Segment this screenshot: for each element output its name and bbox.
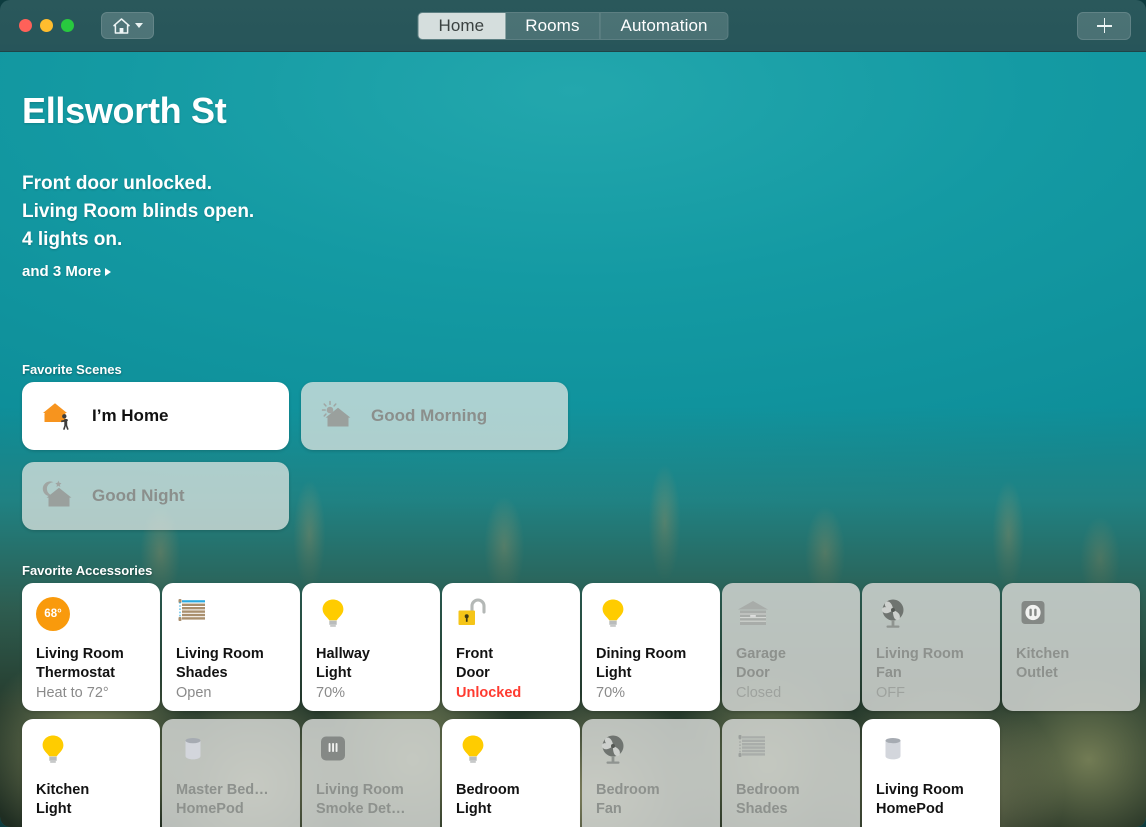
accessory-status: Closed <box>736 684 852 703</box>
favorite-scenes-label: Favorite Scenes <box>22 362 122 377</box>
accessory-garage-door[interactable]: Garage Door Closed <box>722 583 860 711</box>
add-button[interactable] <box>1077 12 1131 40</box>
accessory-status: OFF <box>876 684 992 703</box>
accessory-name: Hallway Light <box>316 645 432 683</box>
chevron-right-icon <box>105 268 111 276</box>
accessory-living-room-thermostat[interactable]: 68° Living Room Thermostat Heat to 72° <box>22 583 160 711</box>
tab-home[interactable]: Home <box>418 13 505 39</box>
accessory-name: Kitchen Light <box>36 781 152 819</box>
house-person-icon <box>42 399 76 433</box>
accessory-empty-slot <box>1002 719 1140 827</box>
accessory-living-room-shades[interactable]: Living Room Shades Open <box>162 583 300 711</box>
chevron-down-icon <box>135 23 143 28</box>
home-menu-button[interactable] <box>101 12 154 39</box>
home-app-window: Home Rooms Automation Ellsworth St Front… <box>0 0 1146 827</box>
accessory-front-door[interactable]: Front Door Unlocked <box>442 583 580 711</box>
status-summary: Front door unlocked. Living Room blinds … <box>22 170 254 254</box>
accessory-name: Living Room Thermostat <box>36 645 152 683</box>
accessory-living-room-smoke-detector[interactable]: Living Room Smoke Det… <box>302 719 440 827</box>
fan-icon <box>876 597 910 631</box>
status-line: Living Room blinds open. <box>22 198 254 226</box>
accessory-living-room-fan[interactable]: Living Room Fan OFF <box>862 583 1000 711</box>
outlet-icon <box>1016 597 1050 631</box>
unlocked-padlock-icon <box>456 597 490 631</box>
traffic-lights <box>19 19 74 32</box>
house-icon <box>112 17 131 35</box>
accessory-bedroom-shades[interactable]: Bedroom Shades <box>722 719 860 827</box>
thermostat-temperature: 68° <box>44 608 61 620</box>
accessory-status: 70% <box>596 684 712 703</box>
home-content: Ellsworth St Front door unlocked. Living… <box>0 52 1146 827</box>
accessory-status: 70% <box>316 684 432 703</box>
accessory-hallway-light[interactable]: Hallway Light 70% <box>302 583 440 711</box>
scene-good-morning[interactable]: Good Morning <box>301 382 568 450</box>
plus-icon <box>1097 18 1112 33</box>
accessory-name: Living Room Smoke Det… <box>316 781 432 819</box>
lightbulb-icon <box>36 733 70 767</box>
fan-icon <box>596 733 630 767</box>
homepod-icon <box>876 733 910 767</box>
lightbulb-icon <box>596 597 630 631</box>
accessory-name: Master Bed… HomePod <box>176 781 292 819</box>
accessory-name: Dining Room Light <box>596 645 712 683</box>
tab-rooms[interactable]: Rooms <box>505 13 600 39</box>
accessory-name: Living Room HomePod <box>876 781 992 819</box>
sun-house-icon <box>321 399 355 433</box>
shades-icon <box>736 733 770 767</box>
accessory-kitchen-outlet[interactable]: Kitchen Outlet <box>1002 583 1140 711</box>
status-line: 4 lights on. <box>22 226 254 254</box>
lightbulb-icon <box>316 597 350 631</box>
accessory-name: Garage Door <box>736 645 852 683</box>
thermostat-icon: 68° <box>36 597 70 631</box>
accessory-status: Open <box>176 684 292 703</box>
accessory-master-bedroom-homepod[interactable]: Master Bed… HomePod <box>162 719 300 827</box>
accessory-name: Kitchen Outlet <box>1016 645 1132 683</box>
accessory-name: Bedroom Shades <box>736 781 852 819</box>
accessory-name: Bedroom Fan <box>596 781 712 819</box>
more-status-label: and 3 More <box>22 263 101 280</box>
close-button[interactable] <box>19 19 32 32</box>
garage-door-icon <box>736 597 770 631</box>
homepod-icon <box>176 733 210 767</box>
accessory-name: Living Room Shades <box>176 645 292 683</box>
view-tabs: Home Rooms Automation <box>417 12 728 40</box>
accessory-status: Unlocked <box>456 684 572 703</box>
accessory-bedroom-fan[interactable]: Bedroom Fan <box>582 719 720 827</box>
accessory-name: Front Door <box>456 645 572 683</box>
scene-good-night[interactable]: Good Night <box>22 462 289 530</box>
accessory-name: Bedroom Light <box>456 781 572 819</box>
accessory-bedroom-light[interactable]: Bedroom Light <box>442 719 580 827</box>
scene-im-home[interactable]: I’m Home <box>22 382 289 450</box>
scene-name: Good Night <box>92 486 185 506</box>
favorite-accessories-grid: 68° Living Room Thermostat Heat to 72° <box>22 583 1134 827</box>
favorite-scenes-grid: I’m Home <box>22 382 582 530</box>
smoke-detector-icon <box>316 733 350 767</box>
minimize-button[interactable] <box>40 19 53 32</box>
status-line: Front door unlocked. <box>22 170 254 198</box>
accessory-name: Living Room Fan <box>876 645 992 683</box>
zoom-button[interactable] <box>61 19 74 32</box>
shades-icon <box>176 597 210 631</box>
accessory-living-room-homepod[interactable]: Living Room HomePod <box>862 719 1000 827</box>
title-bar: Home Rooms Automation <box>0 0 1146 52</box>
scene-name: I’m Home <box>92 406 169 426</box>
tab-automation[interactable]: Automation <box>601 13 728 39</box>
home-header: Ellsworth St Front door unlocked. Living… <box>22 90 254 280</box>
moon-house-icon <box>42 479 76 513</box>
favorite-accessories-label: Favorite Accessories <box>22 563 152 578</box>
scene-name: Good Morning <box>371 406 487 426</box>
accessory-status: Heat to 72° <box>36 684 152 703</box>
more-status-link[interactable]: and 3 More <box>22 263 254 280</box>
accessory-kitchen-light[interactable]: Kitchen Light <box>22 719 160 827</box>
lightbulb-icon <box>456 733 490 767</box>
accessory-dining-room-light[interactable]: Dining Room Light 70% <box>582 583 720 711</box>
page-title: Ellsworth St <box>22 90 254 132</box>
